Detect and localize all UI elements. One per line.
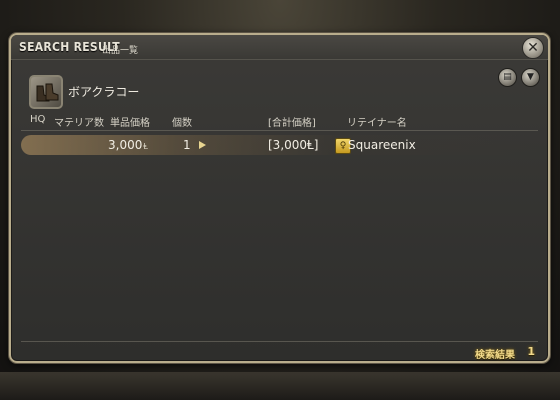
retainer-name-cell: Squareenix (348, 138, 416, 152)
search-result-count: 1 (527, 345, 535, 358)
search-result-window: SEARCH RESULT 出品一覧 ✕ ボアクラコー ▤ ▼ HQ マテリア数… (9, 33, 550, 363)
column-header-total[interactable]: [合計価格] (268, 114, 316, 129)
unit-price-cell: 3,000Ⱡ (108, 138, 148, 152)
item-name: ボアクラコー (68, 85, 140, 99)
unit-price-value: 3,000 (108, 138, 143, 152)
header-divider (21, 130, 538, 131)
column-header-materia[interactable]: マテリア数 (54, 114, 104, 129)
search-result-count-label: 検索結果 (475, 350, 515, 361)
footer-divider (21, 341, 538, 342)
filter-icon[interactable]: ▼ (521, 68, 540, 87)
close-icon[interactable]: ✕ (522, 37, 544, 59)
window-subtitle: 出品一覧 (102, 46, 139, 56)
column-header-quantity[interactable]: 個数 (172, 114, 192, 129)
total-price-cell: [3,000Ⱡ] (268, 138, 319, 152)
boots-icon[interactable] (29, 75, 63, 109)
quantity-cell: 1 (183, 138, 191, 152)
column-header-unit-price[interactable]: 単品価格 (110, 114, 150, 129)
title-bar[interactable]: SEARCH RESULT 出品一覧 ✕ (11, 35, 548, 60)
gil-currency-icon: Ⱡ (143, 142, 148, 151)
play-arrow-icon (199, 141, 206, 149)
history-icon[interactable]: ▤ (498, 68, 517, 87)
column-header-retainer[interactable]: リテイナー名 (347, 114, 407, 129)
background-strip (0, 372, 560, 400)
column-header-hq[interactable]: HQ (30, 114, 45, 125)
